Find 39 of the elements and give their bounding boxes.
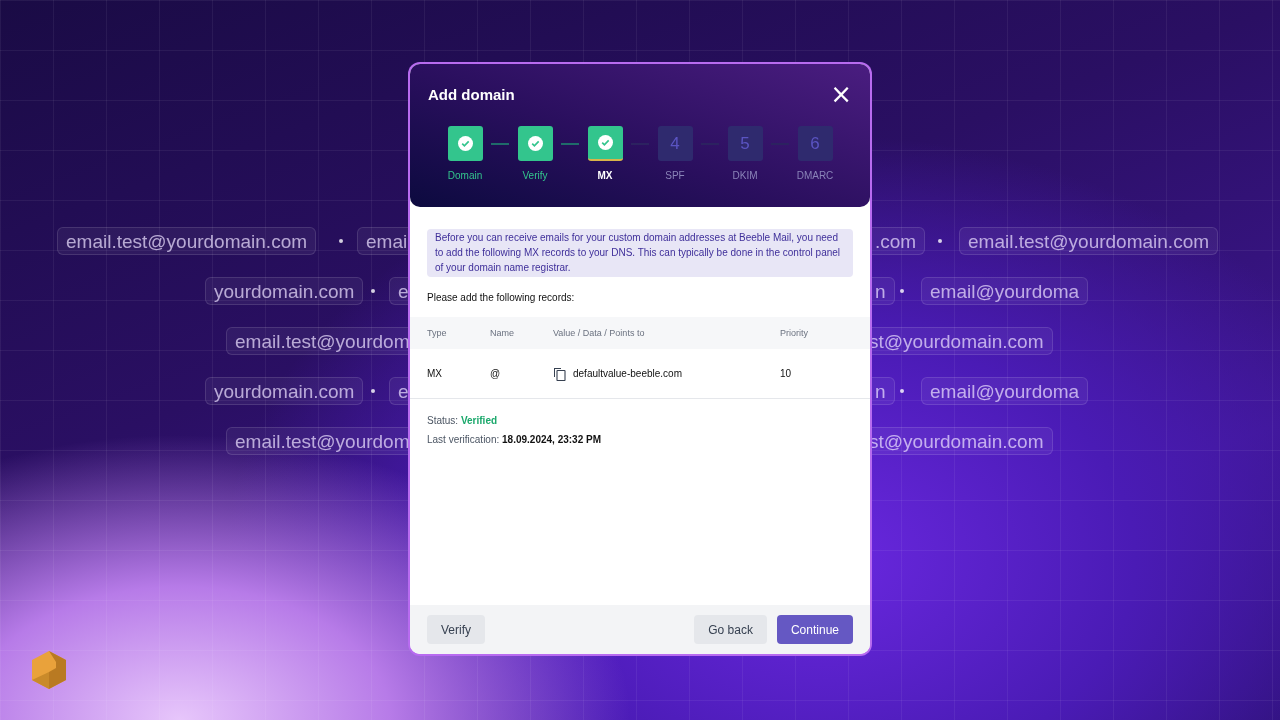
instruction-text: Please add the following records: — [427, 292, 576, 303]
step-label: SPF — [665, 170, 685, 181]
check-icon — [457, 136, 473, 151]
email-chip: yourdomain.com — [205, 277, 364, 305]
close-button[interactable]: × — [830, 84, 852, 104]
email-chip: email.test@yourdomain.com — [959, 227, 1219, 255]
table-cell-text: @ — [490, 368, 502, 379]
verification-date: 18.09.2024, 23:32 PM — [502, 434, 601, 445]
column-header: Name — [490, 328, 515, 338]
step-label: DMARC — [796, 170, 834, 181]
email-chip: email.test@yourdomain.com — [57, 227, 317, 255]
step-indicator: 5 — [727, 126, 763, 161]
column-header: Priority — [780, 328, 809, 338]
step-label: Verify — [522, 170, 548, 181]
verify-button[interactable]: Verify — [427, 615, 485, 644]
copy-icon[interactable] — [553, 366, 566, 381]
status-value: Verified — [460, 415, 498, 426]
email-chip: email@yourdoma — [921, 377, 1089, 405]
dialog-title: Add domain — [428, 85, 515, 103]
cube-logo-icon — [30, 650, 68, 690]
check-icon — [597, 135, 613, 150]
step-label: DKIM — [732, 170, 758, 181]
table-cell-text: 10 — [780, 368, 793, 379]
check-icon — [527, 136, 543, 151]
info-notice: Before you can receive emails for your custom domain addresses at Beeble Mail, you need to add the following MX records to your DNS. This can typically be done in the control panel of your domain name registrar. — [427, 229, 853, 277]
step-label: MX — [597, 170, 613, 181]
continue-button[interactable]: Continue — [776, 615, 853, 644]
step-label: Domain — [447, 170, 483, 181]
table-cell: defaultvalue-beeble.com — [573, 368, 682, 379]
column-header: Value / Data / Points to — [553, 328, 646, 338]
go-back-button[interactable]: Go back — [694, 615, 767, 644]
column-header: Type — [427, 328, 448, 338]
table-cell-text: MX — [427, 368, 443, 379]
verification-label: Last verification: — [427, 434, 500, 445]
step-indicator: 4 — [657, 126, 693, 161]
email-chip: email@yourdoma — [921, 277, 1089, 305]
status-label: Status: — [427, 415, 459, 426]
step-indicator: 6 — [797, 126, 833, 161]
email-chip: yourdomain.com — [205, 377, 364, 405]
